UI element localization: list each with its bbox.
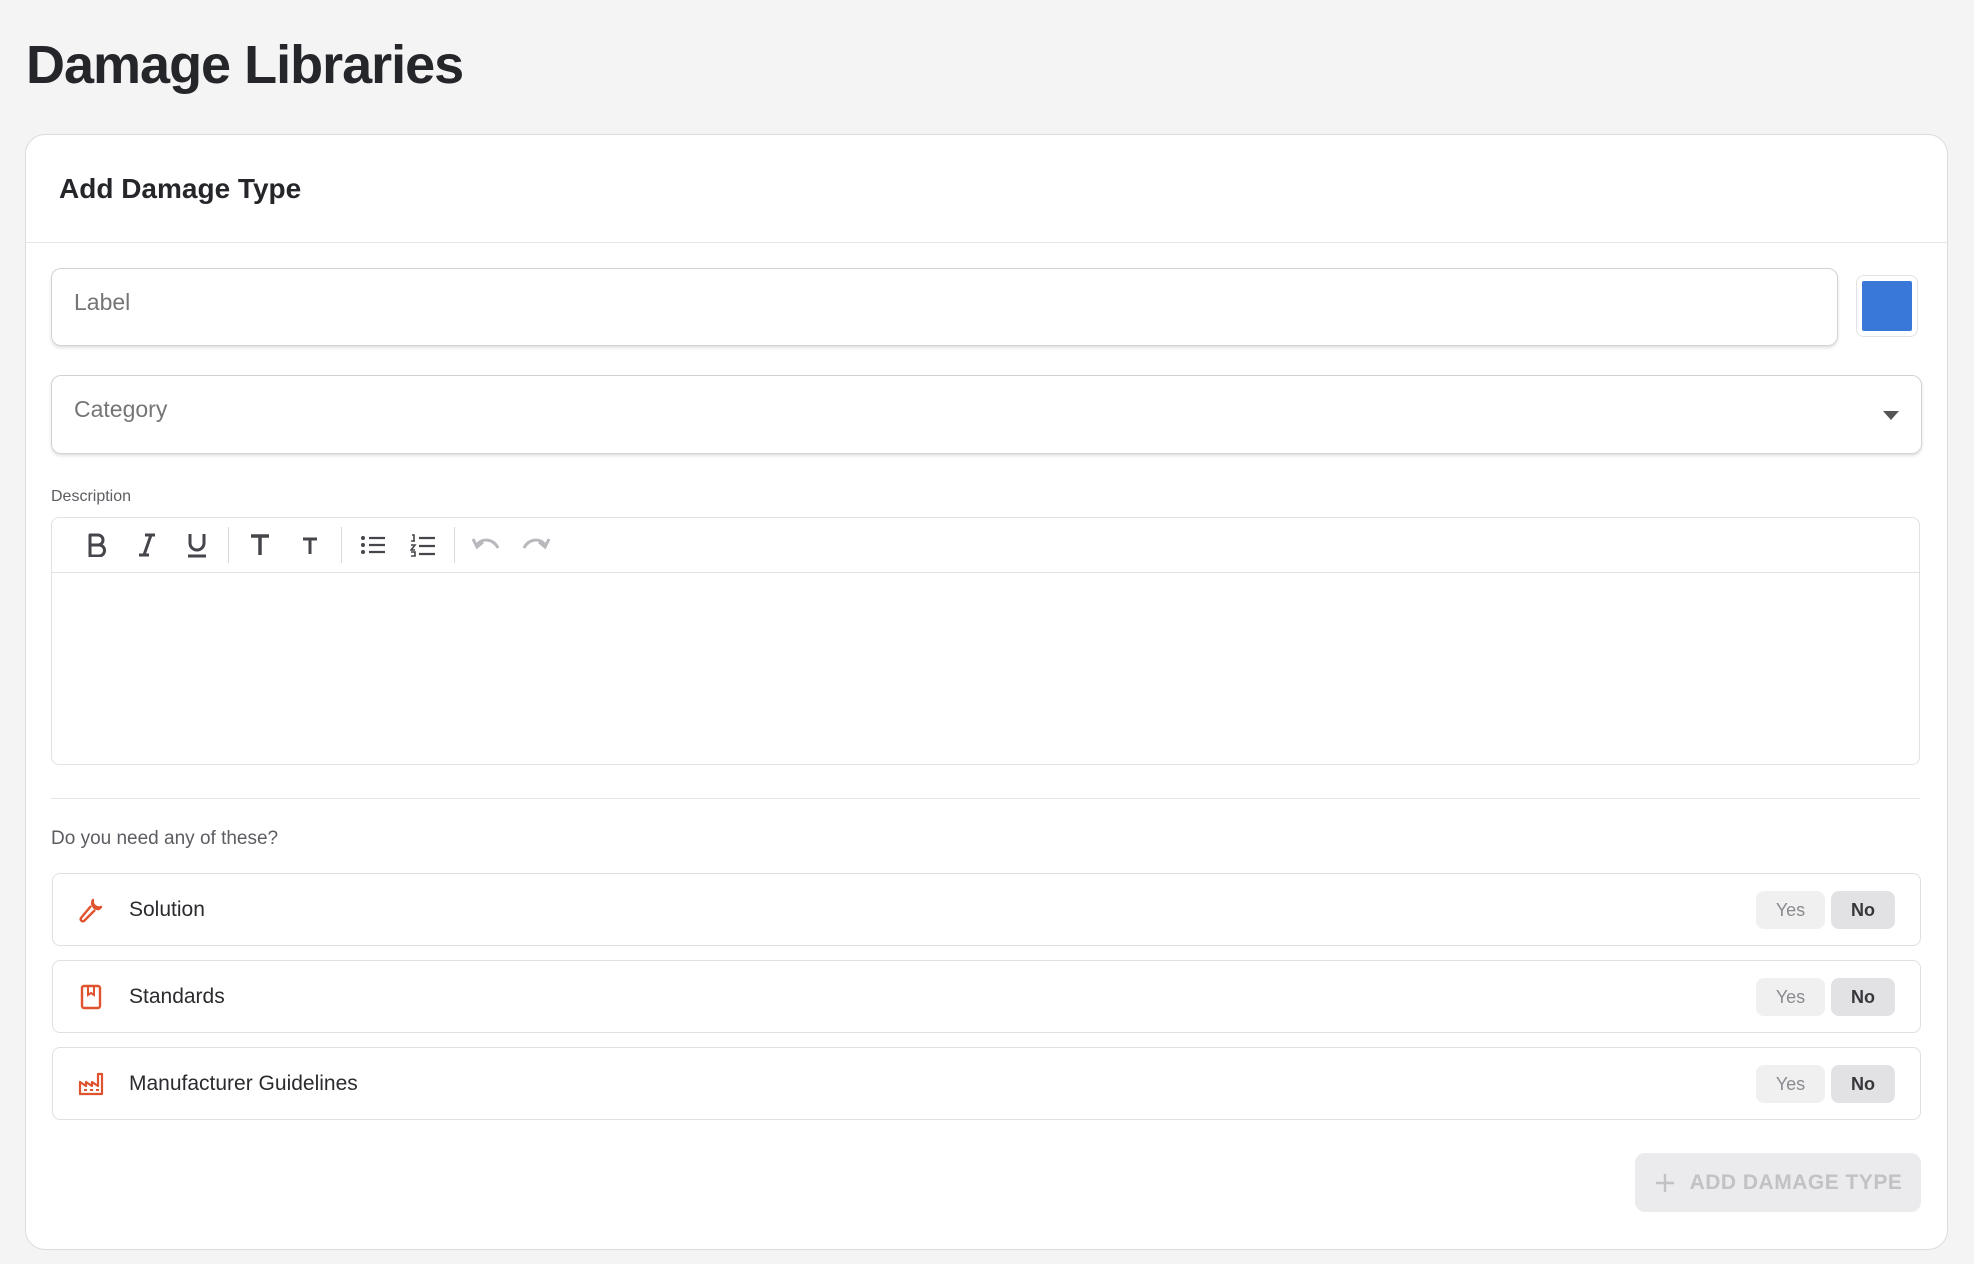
category-select[interactable] — [51, 375, 1922, 454]
numbered-list-icon[interactable] — [398, 525, 448, 565]
option-label: Standards — [129, 984, 225, 1008]
page-title: Damage Libraries — [26, 35, 464, 95]
factory-icon — [77, 1070, 105, 1098]
color-picker-button[interactable] — [1856, 275, 1918, 337]
label-input[interactable] — [74, 289, 1815, 316]
yes-no-toggle: Yes No — [1756, 978, 1895, 1016]
description-editor[interactable] — [51, 517, 1920, 765]
yes-button[interactable]: Yes — [1756, 978, 1825, 1016]
no-button[interactable]: No — [1831, 891, 1895, 929]
label-field[interactable] — [51, 268, 1838, 346]
option-label: Manufacturer Guidelines — [129, 1071, 358, 1095]
yes-no-toggle: Yes No — [1756, 1065, 1895, 1103]
option-label: Solution — [129, 897, 205, 921]
editor-toolbar — [52, 518, 1919, 573]
card-header: Add Damage Type — [26, 135, 1947, 243]
toolbar-separator — [228, 527, 229, 563]
chevron-down-icon[interactable] — [1883, 411, 1899, 420]
divider — [51, 798, 1920, 799]
add-damage-type-button[interactable]: ADD DAMAGE TYPE — [1635, 1153, 1921, 1212]
heading-large-icon[interactable] — [235, 525, 285, 565]
undo-icon[interactable] — [461, 525, 511, 565]
book-icon — [77, 983, 105, 1011]
option-standards: Standards Yes No — [52, 960, 1921, 1033]
yes-button[interactable]: Yes — [1756, 891, 1825, 929]
no-button[interactable]: No — [1831, 1065, 1895, 1103]
submit-label: ADD DAMAGE TYPE — [1689, 1170, 1903, 1194]
description-text-area[interactable] — [52, 573, 1919, 765]
bullet-list-icon[interactable] — [348, 525, 398, 565]
underline-icon[interactable] — [172, 525, 222, 565]
yes-button[interactable]: Yes — [1756, 1065, 1825, 1103]
toolbar-separator — [341, 527, 342, 563]
bold-icon[interactable] — [72, 525, 122, 565]
option-manufacturer-guidelines: Manufacturer Guidelines Yes No — [52, 1047, 1921, 1120]
option-solution: Solution Yes No — [52, 873, 1921, 946]
color-swatch — [1862, 281, 1912, 331]
wrench-icon — [77, 896, 105, 924]
toolbar-separator — [454, 527, 455, 563]
category-input[interactable] — [74, 396, 1899, 423]
redo-icon[interactable] — [511, 525, 561, 565]
card-title: Add Damage Type — [59, 172, 302, 204]
yes-no-toggle: Yes No — [1756, 891, 1895, 929]
description-label: Description — [51, 488, 132, 505]
options-question: Do you need any of these? — [51, 828, 279, 849]
add-damage-type-card: Add Damage Type Description — [25, 134, 1948, 1250]
heading-small-icon[interactable] — [285, 525, 335, 565]
italic-icon[interactable] — [122, 525, 172, 565]
no-button[interactable]: No — [1831, 978, 1895, 1016]
plus-icon — [1655, 1173, 1674, 1192]
